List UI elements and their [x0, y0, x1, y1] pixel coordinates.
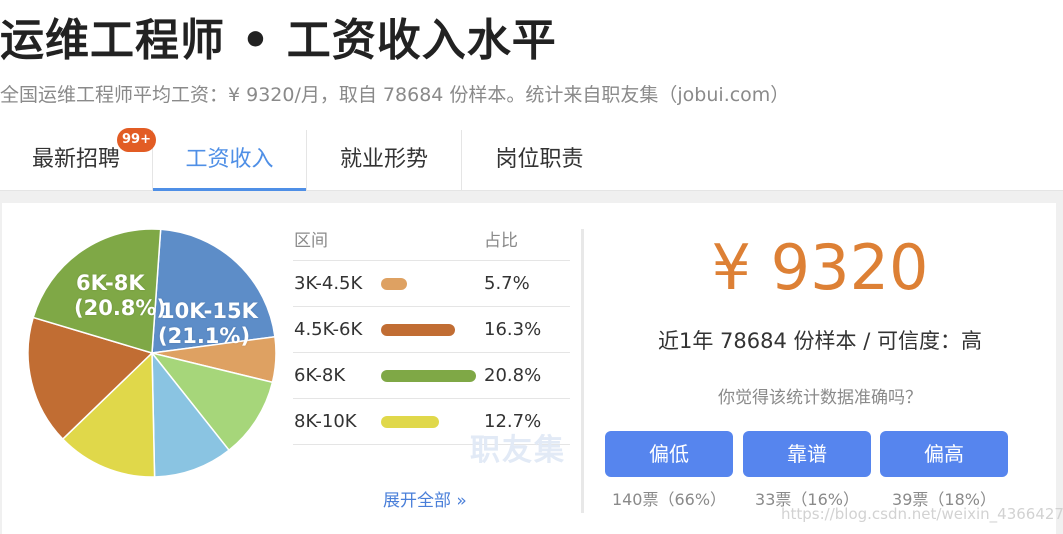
content-area: 6K-8K (20.8%) 10K-15K (21.1%) 区间 占比 3K-4…	[0, 191, 1063, 534]
tab-salary[interactable]: 工资收入	[153, 130, 307, 192]
vote-too-high-button[interactable]: 偏高	[880, 431, 1008, 477]
pie-label-name: 10K-15K	[160, 299, 258, 323]
new-jobs-badge: 99+	[117, 128, 156, 152]
expand-all-link[interactable]: 展开全部 »	[383, 486, 467, 511]
salary-distribution-table: 区间 占比 3K-4.5K 5.7% 4.5K-6K 16.3% 6K-8K 2…	[293, 223, 570, 445]
range-label: 8K-10K	[294, 411, 357, 432]
vote-too-low-button[interactable]: 偏低	[605, 431, 733, 477]
table-row: 4.5K-6K 16.3%	[293, 307, 570, 353]
tab-label: 就业形势	[339, 147, 428, 172]
pie-label-10k-15k: 10K-15K (21.1%)	[158, 299, 258, 349]
average-salary: ¥ 9320	[711, 231, 929, 304]
range-label: 4.5K-6K	[294, 319, 363, 340]
vote-accurate-button[interactable]: 靠谱	[743, 431, 871, 477]
share-percent: 20.8%	[484, 365, 542, 386]
accuracy-question: 你觉得该统计数据准确吗？	[718, 388, 922, 408]
tab-latest-jobs[interactable]: 最新招聘 99+	[0, 128, 156, 191]
tab-employment[interactable]: 就业形势	[307, 130, 462, 191]
pie-svg	[27, 228, 277, 478]
blog-url-watermark: https://blog.csdn.net/weixin_43664270	[781, 505, 1063, 523]
table-row: 6K-8K 20.8%	[293, 353, 570, 399]
page-title: 运维工程师 • 工资收入水平	[0, 15, 557, 66]
share-bar	[381, 370, 476, 382]
pie-label-value: (21.1%)	[158, 324, 251, 348]
share-bar	[381, 278, 407, 290]
tab-label: 最新招聘	[31, 147, 120, 172]
share-bar	[381, 416, 439, 428]
share-percent: 5.7%	[484, 273, 530, 294]
col-range-header: 区间	[294, 231, 328, 251]
pie-label-name: 6K-8K	[76, 271, 145, 295]
range-label: 3K-4.5K	[294, 273, 363, 294]
page-subtitle: 全国运维工程师平均工资：¥ 9320/月，取自 78684 份样本。统计来自职友…	[0, 84, 790, 106]
tab-label: 工资收入	[185, 147, 274, 172]
col-share-header: 占比	[484, 231, 518, 251]
jobui-watermark: 职友集	[470, 433, 566, 468]
salary-panel: 6K-8K (20.8%) 10K-15K (21.1%) 区间 占比 3K-4…	[2, 203, 1056, 534]
range-label: 6K-8K	[294, 365, 346, 386]
sample-info: 近1年 78684 份样本 / 可信度：高	[658, 329, 982, 353]
vote-too-low-count: 140票（66%）	[611, 490, 727, 509]
table-header: 区间 占比	[293, 223, 570, 261]
pie-label-6k-8k: 6K-8K (20.8%)	[74, 271, 166, 321]
share-percent: 16.3%	[484, 319, 542, 340]
tab-responsibilities[interactable]: 岗位职责	[462, 130, 617, 191]
pie-label-value: (20.8%)	[74, 296, 167, 320]
tab-label: 岗位职责	[495, 147, 584, 172]
share-bar	[381, 324, 455, 336]
salary-pie-chart: 6K-8K (20.8%) 10K-15K (21.1%)	[22, 223, 282, 487]
table-row: 3K-4.5K 5.7%	[293, 261, 570, 307]
tab-bar: 最新招聘 99+ 工资收入 就业形势 岗位职责	[0, 128, 1063, 192]
